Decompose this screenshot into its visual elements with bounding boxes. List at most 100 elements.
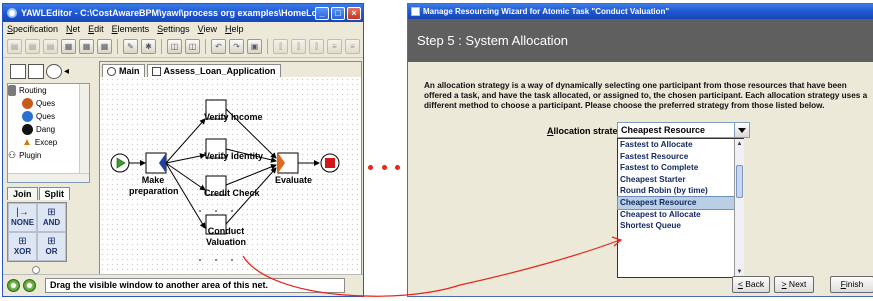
strategy-option[interactable]: Cheapest to Allocate <box>618 209 743 221</box>
toolbar-divider <box>267 39 268 54</box>
strategy-option-selected[interactable]: Cheapest Resource <box>617 196 744 210</box>
strategy-option[interactable]: Cheapest Starter <box>618 174 743 186</box>
tree-item[interactable]: Dang <box>8 123 89 136</box>
menu-elements[interactable]: Elements <box>112 24 150 34</box>
warning-icon: ▲ <box>22 137 32 148</box>
wand-icon[interactable]: ✎ <box>123 39 138 54</box>
menu-edit[interactable]: Edit <box>88 24 104 34</box>
strategy-option[interactable]: Fastest Resource <box>618 151 743 163</box>
tab-main[interactable]: Main <box>102 64 145 77</box>
task-evaluate[interactable] <box>277 152 299 174</box>
wizard-title: Manage Resourcing Wizard for Atomic Task… <box>423 7 670 16</box>
align-right-icon[interactable]: ⫿ <box>309 39 324 54</box>
plugin-tree: Routing Ques Ques Dang ▲ Excep ⚇ Plugin <box>7 83 90 183</box>
end-condition[interactable] <box>320 153 340 173</box>
align-left-icon[interactable]: ⫿ <box>273 39 288 54</box>
editor-title: YAWLEditor - C:\CostAwareBPM\yawl\proces… <box>21 8 315 18</box>
dot <box>381 165 387 170</box>
split-or-icon: ⊞ <box>47 236 56 247</box>
tree-item[interactable]: Routing <box>8 84 89 97</box>
redo-icon[interactable]: ↷ <box>229 39 244 54</box>
star-icon[interactable]: ✱ <box>141 39 156 54</box>
editor-titlebar[interactable]: YAWLEditor - C:\CostAwareBPM\yawl\proces… <box>3 4 363 22</box>
scroll-down-icon[interactable]: ▼ <box>736 268 743 276</box>
back-button[interactable]: < Back <box>732 276 770 293</box>
editor-toolbar: ▤ ▤ ▤ ▦ ▦ ▦ ✎ ✱ ◫ ◫ ↶ ↷ ▣ ⫿ ⫿ ⫿ ≡ ≡ <box>3 36 363 58</box>
tree-scrollbar[interactable] <box>79 84 89 182</box>
split-xor-icon: ⊞ <box>18 236 27 247</box>
task-label-make-preparation: Make preparation <box>129 175 179 196</box>
allocation-strategy-select[interactable]: Cheapest Resource <box>617 122 750 138</box>
maximize-button[interactable]: □ <box>331 6 345 20</box>
tree-horizontal-scrollbar[interactable] <box>8 173 89 182</box>
copy-icon[interactable]: ◫ <box>167 39 182 54</box>
strategy-option[interactable]: Fastest to Complete <box>618 162 743 174</box>
subnet-icon <box>151 66 161 76</box>
menu-specification[interactable]: Specification <box>7 24 58 34</box>
chevron-down-icon <box>738 127 746 133</box>
split-none-button[interactable]: |→ NONE <box>8 203 37 232</box>
minimize-button[interactable]: _ <box>315 6 329 20</box>
delete-icon[interactable]: ▣ <box>247 39 262 54</box>
align-top-icon[interactable]: ≡ <box>327 39 342 54</box>
start-condition[interactable] <box>110 153 130 173</box>
save-as-icon[interactable]: ▦ <box>61 39 76 54</box>
task-label-verify-income: Verify Income <box>204 112 263 122</box>
new-spec-icon[interactable]: ▤ <box>7 39 22 54</box>
step-header: Step 5 : System Allocation <box>408 19 873 62</box>
condition-tool-icon[interactable] <box>46 63 62 79</box>
close-button[interactable]: × <box>347 6 361 20</box>
next-button[interactable]: > Next <box>774 276 814 293</box>
finish-button[interactable]: Finish <box>830 276 873 293</box>
collapse-arrow-icon[interactable]: ◂ <box>64 63 74 79</box>
split-xor-button[interactable]: ⊞ XOR <box>8 232 37 261</box>
strategy-option[interactable]: Fastest to Allocate <box>618 139 743 151</box>
status-bar: Drag the visible window to another area … <box>3 274 363 296</box>
wizard-titlebar[interactable]: Manage Resourcing Wizard for Atomic Task… <box>408 4 873 19</box>
save-icon[interactable]: ▤ <box>43 39 58 54</box>
strategy-option[interactable]: Round Robin (by time) <box>618 185 743 197</box>
task-make-preparation[interactable] <box>145 152 167 174</box>
net-canvas[interactable]: Verify Income Verify Identity Credit Che… <box>100 77 361 275</box>
dropdown-scrollbar[interactable]: ▲ ▼ <box>734 139 744 277</box>
tab-split[interactable]: Split <box>38 187 71 200</box>
tab-assess-loan-application[interactable]: Assess_Loan_Application <box>146 64 281 77</box>
menu-bar: Specification Net Edit Elements Settings… <box>3 22 363 36</box>
menu-view[interactable]: View <box>198 24 217 34</box>
composite-task-tool-icon[interactable] <box>28 63 44 79</box>
split-and-button[interactable]: ⊞ AND <box>37 203 66 232</box>
menu-settings[interactable]: Settings <box>157 24 190 34</box>
tab-join[interactable]: Join <box>7 187 38 200</box>
menu-net[interactable]: Net <box>66 24 80 34</box>
routing-icon <box>8 85 16 96</box>
align-center-icon[interactable]: ⫿ <box>291 39 306 54</box>
strategy-description: An allocation strategy is a way of dynam… <box>424 81 868 110</box>
scroll-up-icon[interactable]: ▲ <box>736 140 743 148</box>
atomic-task-tool-icon[interactable] <box>10 63 26 79</box>
net-tabs: Main Assess_Loan_Application <box>100 62 361 77</box>
task-label-evaluate: Evaluate <box>275 175 313 185</box>
tree-item[interactable]: ▲ Excep <box>8 136 89 149</box>
scroll-thumb[interactable] <box>736 165 743 198</box>
join-split-tabs: Join Split <box>7 187 71 200</box>
dropdown-arrow-button[interactable] <box>734 123 749 137</box>
validate-icon[interactable]: ▦ <box>97 39 112 54</box>
open-spec-icon[interactable]: ▤ <box>25 39 40 54</box>
tree-item[interactable]: Ques <box>8 110 89 123</box>
yawl-app-icon <box>7 8 17 18</box>
strategy-option[interactable]: Shortest Queue <box>618 220 743 232</box>
status-message: Drag the visible window to another area … <box>45 278 345 293</box>
task-label-credit-check: Credit Check <box>204 188 260 198</box>
split-or-button[interactable]: ⊞ OR <box>37 232 66 261</box>
paste-icon[interactable]: ◫ <box>185 39 200 54</box>
export-icon[interactable]: ▦ <box>79 39 94 54</box>
undo-icon[interactable]: ↶ <box>211 39 226 54</box>
radio-icon[interactable] <box>32 266 40 274</box>
tree-item[interactable]: Ques <box>8 97 89 110</box>
toolbar-divider <box>205 39 206 54</box>
menu-help[interactable]: Help <box>225 24 244 34</box>
align-bottom-icon[interactable]: ≡ <box>345 39 360 54</box>
split-none-icon: |→ <box>16 207 29 218</box>
tree-item[interactable]: ⚇ Plugin <box>8 149 89 162</box>
task-label-conduct-valuation: Conduct Valuation <box>205 226 246 247</box>
